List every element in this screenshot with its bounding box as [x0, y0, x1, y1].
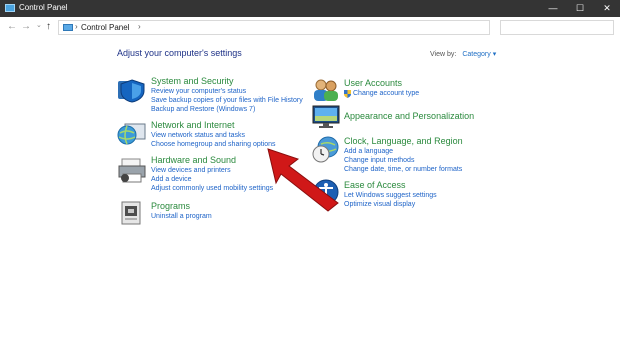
category-system-and-security[interactable]: System and Security: [151, 76, 234, 86]
link-add-device[interactable]: Add a device: [151, 176, 191, 183]
programs-icon[interactable]: [119, 200, 145, 226]
monitor-icon[interactable]: [312, 104, 340, 130]
page-title: Adjust your computer's settings: [117, 48, 242, 58]
link-windows-suggest-settings[interactable]: Let Windows suggest settings: [344, 192, 437, 199]
category-clock-language-region[interactable]: Clock, Language, and Region: [344, 136, 463, 146]
annotation-arrow-icon: [267, 148, 339, 212]
link-date-time-formats[interactable]: Change date, time, or number formats: [344, 166, 462, 173]
link-network-status[interactable]: View network status and tasks: [151, 132, 245, 139]
link-uninstall-program[interactable]: Uninstall a program: [151, 213, 212, 220]
printer-icon[interactable]: [117, 156, 147, 184]
minimize-button[interactable]: —: [540, 0, 566, 17]
uac-shield-icon: [344, 90, 351, 98]
category-network-and-internet[interactable]: Network and Internet: [151, 120, 235, 130]
maximize-button[interactable]: ☐: [567, 0, 593, 17]
control-panel-icon: [5, 4, 15, 12]
link-optimize-visual-display[interactable]: Optimize visual display: [344, 201, 415, 208]
breadcrumb-control-panel[interactable]: Control Panel: [81, 23, 129, 32]
globe-icon[interactable]: [117, 121, 147, 147]
link-devices-printers[interactable]: View devices and printers: [151, 167, 231, 174]
forward-button[interactable]: →: [21, 21, 31, 33]
search-input[interactable]: [500, 20, 614, 35]
view-by-dropdown[interactable]: Category ▾: [462, 51, 496, 58]
link-backup-restore[interactable]: Backup and Restore (Windows 7): [151, 106, 255, 113]
recent-locations-button[interactable]: ⌄: [36, 20, 42, 32]
link-input-methods[interactable]: Change input methods: [344, 157, 414, 164]
up-button[interactable]: ↑: [46, 21, 51, 33]
link-homegroup-sharing[interactable]: Choose homegroup and sharing options: [151, 141, 276, 148]
title-bar: Control Panel — ☐ ✕: [0, 0, 620, 17]
shield-icon[interactable]: [117, 75, 147, 103]
link-review-status[interactable]: Review your computer's status: [151, 88, 246, 95]
breadcrumb-separator[interactable]: ›: [75, 22, 78, 31]
link-change-account-type[interactable]: Change account type: [353, 90, 419, 97]
category-user-accounts[interactable]: User Accounts: [344, 78, 402, 88]
control-panel-icon: [63, 24, 73, 31]
address-bar[interactable]: › Control Panel ›: [58, 20, 490, 35]
close-button[interactable]: ✕: [594, 0, 620, 17]
category-hardware-and-sound[interactable]: Hardware and Sound: [151, 155, 236, 165]
users-icon[interactable]: [312, 77, 340, 103]
breadcrumb-separator[interactable]: ›: [138, 22, 141, 31]
category-programs[interactable]: Programs: [151, 201, 190, 211]
view-by-label: View by:: [430, 51, 457, 58]
link-add-language[interactable]: Add a language: [344, 148, 393, 155]
address-row: ← → ⌄ ↑ › Control Panel ›: [0, 17, 620, 39]
back-button[interactable]: ←: [7, 21, 17, 33]
category-ease-of-access[interactable]: Ease of Access: [344, 180, 406, 190]
link-mobility-settings[interactable]: Adjust commonly used mobility settings: [151, 185, 273, 192]
link-file-history[interactable]: Save backup copies of your files with Fi…: [151, 97, 303, 104]
window-title: Control Panel: [19, 3, 68, 12]
view-by: View by: Category ▾: [430, 50, 496, 58]
category-appearance-personalization[interactable]: Appearance and Personalization: [344, 111, 474, 121]
